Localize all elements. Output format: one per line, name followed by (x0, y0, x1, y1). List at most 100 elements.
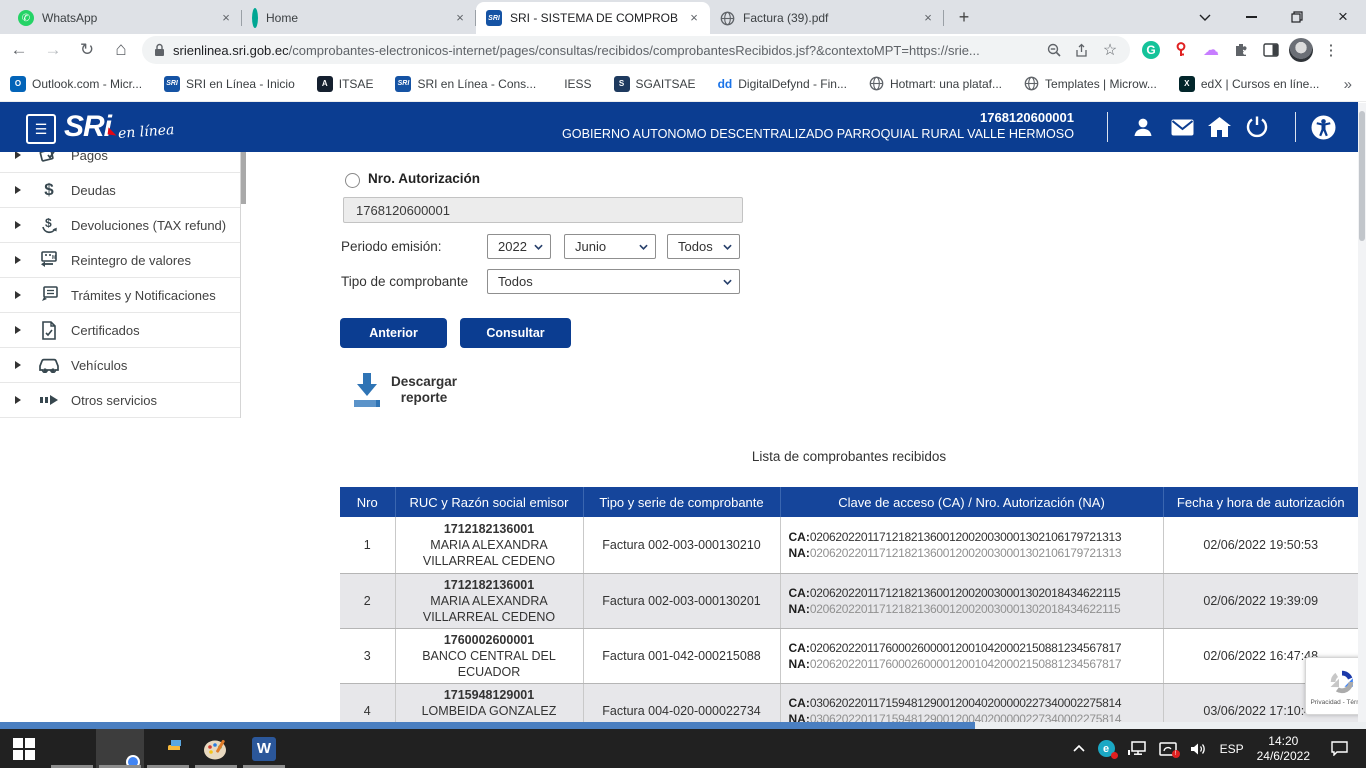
bookmark-item[interactable]: ddDigitalDefynd - Fin... (718, 77, 847, 91)
sidebar-item-label: Deudas (71, 183, 116, 198)
certificados-icon (38, 321, 60, 340)
tab-close-icon[interactable]: × (452, 10, 468, 26)
chevron-down-icon[interactable] (1182, 0, 1228, 34)
descargar-reporte-link[interactable]: Descargarreporte (352, 371, 457, 409)
bookmark-item[interactable]: IESS (558, 77, 591, 91)
address-bar[interactable]: srienlinea.sri.gob.ec/comprobantes-elect… (142, 36, 1130, 64)
taskbar-app-firefox[interactable] (48, 729, 96, 768)
vertical-scroll-thumb[interactable] (1359, 111, 1365, 241)
sidebar-menu: Pagos$Deudas$Devoluciones (TAX refund)MR… (0, 138, 241, 418)
consultar-button[interactable]: Consultar (460, 318, 571, 348)
tab-close-icon[interactable]: × (920, 10, 936, 26)
taskbar-app-file-explorer[interactable] (144, 729, 192, 768)
side-panel-icon[interactable] (1256, 36, 1286, 64)
sidebar-item-certificados[interactable]: Certificados (0, 313, 240, 348)
bookmark-item[interactable]: S SGAITSAE (614, 76, 696, 92)
browser-tab[interactable]: SRI SRI - SISTEMA DE COMPROBANT × (476, 2, 710, 34)
periodo-month-select[interactable]: Junio (564, 234, 656, 259)
cell-clave: CA:0206202201176000260000120010420002150… (780, 628, 1163, 683)
bookmark-item[interactable]: XedX | Cursos en líne... (1179, 76, 1320, 92)
minimize-button[interactable] (1228, 0, 1274, 34)
browser-tab[interactable]: ✆WhatsApp× (8, 2, 242, 34)
share-icon[interactable] (1068, 36, 1096, 64)
recaptcha-badge[interactable]: Privacidad - Términos (1305, 657, 1366, 715)
close-window-button[interactable]: × (1320, 0, 1366, 34)
tab-close-icon[interactable]: × (686, 10, 702, 26)
screen-alert-icon[interactable]: ! (1159, 742, 1177, 756)
network-icon[interactable] (1128, 741, 1146, 756)
reload-button[interactable]: ↻ (72, 36, 102, 64)
tab-title: SRI - SISTEMA DE COMPROBANT (510, 11, 678, 25)
sidebar-item-otros-servicios[interactable]: Otros servicios (0, 383, 240, 418)
tray-chevron-icon[interactable] (1073, 745, 1085, 752)
autorizacion-input[interactable] (343, 197, 743, 223)
speaker-icon[interactable] (1190, 742, 1207, 756)
vertical-scrollbar[interactable] (1358, 103, 1366, 722)
sidebar-scrollbar[interactable] (241, 152, 246, 204)
zoom-icon[interactable] (1040, 36, 1068, 64)
sri-logo[interactable]: SRi en línea (64, 110, 174, 154)
bookmark-item[interactable]: Templates | Microw... (1024, 76, 1157, 91)
bookmark-label: SGAITSAE (636, 77, 696, 91)
logo-red-accent (108, 127, 118, 135)
cloud-icon[interactable]: ☁ (1196, 36, 1226, 64)
anterior-button[interactable]: Anterior (340, 318, 447, 348)
cell-emisor: 1712182136001MARIA ALEXANDRA VILLARREAL … (395, 573, 583, 628)
back-button[interactable]: ← (4, 36, 34, 64)
puzzle-icon[interactable] (1226, 36, 1256, 64)
horizontal-scrollbar[interactable] (0, 722, 1366, 729)
power-icon[interactable] (1244, 114, 1270, 140)
start-button[interactable] (0, 729, 48, 768)
mail-icon[interactable] (1169, 114, 1195, 140)
sidebar-item-devoluciones-tax-refund[interactable]: $Devoluciones (TAX refund) (0, 208, 240, 243)
bookmark-item[interactable]: SRISRI en Línea - Cons... (395, 76, 536, 92)
periodo-emision-label: Periodo emisión: (341, 239, 442, 254)
forward-button[interactable]: → (38, 36, 68, 64)
periodo-year-select[interactable]: 2022 (487, 234, 551, 259)
sidebar-item-reintegro-de-valores[interactable]: MReintegro de valores (0, 243, 240, 278)
lock-icon[interactable] (154, 43, 165, 57)
user-icon[interactable] (1130, 114, 1156, 140)
browser-tab[interactable]: Home× (242, 2, 476, 34)
key-icon[interactable] (1166, 36, 1196, 64)
accessibility-icon[interactable] (1310, 114, 1336, 140)
sgaitsae-icon: S (614, 76, 630, 92)
nro-autorizacion-radio[interactable] (345, 173, 360, 188)
eset-icon[interactable]: e (1098, 740, 1115, 757)
taskbar-app-chrome[interactable] (96, 729, 144, 768)
star-icon[interactable]: ☆ (1096, 36, 1124, 64)
tab-title: WhatsApp (42, 11, 210, 25)
taskbar-app-paint[interactable] (192, 729, 240, 768)
sidebar-item-label: Devoluciones (TAX refund) (71, 218, 226, 233)
restore-button[interactable] (1274, 0, 1320, 34)
grammarly-icon[interactable]: G (1136, 36, 1166, 64)
taskbar-clock[interactable]: 14:2024/6/2022 (1257, 734, 1310, 764)
avatar[interactable] (1286, 36, 1316, 64)
sidebar-item-deudas[interactable]: $Deudas (0, 173, 240, 208)
tipo-comprobante-select[interactable]: Todos (487, 269, 740, 294)
browser-tab[interactable]: Factura (39).pdf× (710, 2, 944, 34)
periodo-day-select[interactable]: Todos (667, 234, 740, 259)
bookmark-item[interactable]: AITSAE (317, 76, 374, 92)
sidebar-item-tr-mites-y-notificaciones[interactable]: Trámites y Notificaciones (0, 278, 240, 313)
bookmark-item[interactable]: OOutlook.com - Micr... (10, 76, 142, 92)
url-text: srienlinea.sri.gob.ec/comprobantes-elect… (173, 43, 1040, 58)
sri-favicon: SRI (486, 10, 502, 26)
chevron-right-icon (15, 361, 21, 369)
action-center-icon[interactable] (1331, 741, 1348, 756)
chevron-right-icon (15, 151, 21, 159)
bookmark-item[interactable]: Hotmart: una plataf... (869, 76, 1002, 91)
bookmarks-overflow-chevron[interactable]: » (1344, 66, 1352, 102)
taskbar-app-word[interactable]: W (240, 729, 288, 768)
home-icon[interactable] (1206, 114, 1232, 140)
horizontal-scroll-thumb[interactable] (0, 722, 975, 729)
hamburger-menu-icon[interactable]: ☰ (26, 114, 56, 144)
home-button[interactable]: ⌂ (106, 36, 136, 64)
language-indicator[interactable]: ESP (1220, 742, 1244, 756)
sidebar-item-veh-culos[interactable]: Vehículos (0, 348, 240, 383)
new-tab-button[interactable]: + (950, 4, 978, 32)
menu-dots-icon[interactable]: ⋮ (1316, 36, 1346, 64)
bookmark-item[interactable]: SRISRI en Línea - Inicio (164, 76, 295, 92)
bookmarks-bar: OOutlook.com - Micr... SRISRI en Línea - … (0, 66, 1366, 102)
tab-close-icon[interactable]: × (218, 10, 234, 26)
